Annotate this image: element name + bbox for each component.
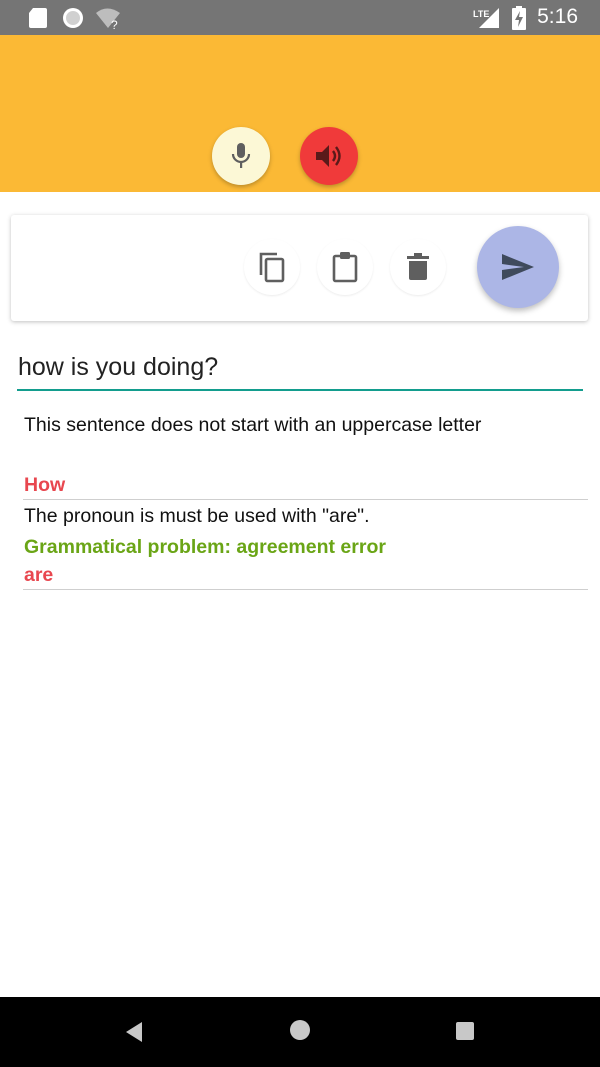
wifi-unknown-icon: ? xyxy=(96,8,120,31)
clipboard-icon xyxy=(332,252,358,283)
divider xyxy=(23,499,588,500)
battery-charging-icon xyxy=(512,6,526,30)
back-icon[interactable] xyxy=(124,1021,144,1043)
text-input-wrapper xyxy=(17,345,583,391)
paste-button[interactable] xyxy=(317,239,373,295)
text-input[interactable] xyxy=(17,345,583,383)
mic-button[interactable] xyxy=(212,127,270,185)
replacement-suggestion[interactable]: are xyxy=(24,564,588,587)
network-label: LTE xyxy=(473,9,489,19)
circle-icon xyxy=(63,8,83,28)
trash-icon xyxy=(407,253,429,280)
error-category: Grammatical problem: agreement error xyxy=(24,536,386,558)
status-time: 5:16 xyxy=(537,5,578,28)
header xyxy=(0,35,600,192)
copy-icon xyxy=(259,252,285,283)
divider xyxy=(23,589,588,590)
speaker-icon xyxy=(316,145,341,167)
speaker-button[interactable] xyxy=(300,127,358,185)
send-icon xyxy=(502,254,534,280)
sd-card-icon xyxy=(29,8,47,28)
svg-text:?: ? xyxy=(111,18,118,31)
home-icon[interactable] xyxy=(290,1020,310,1040)
error-description: The pronoun is must be used with "are". xyxy=(24,505,370,527)
delete-button[interactable] xyxy=(390,239,446,295)
toolbar-card xyxy=(11,215,588,321)
send-button[interactable] xyxy=(477,226,559,308)
copy-button[interactable] xyxy=(244,239,300,295)
navigation-bar xyxy=(0,997,600,1067)
status-bar: ? LTE 5:16 xyxy=(0,0,600,35)
error-message: This sentence does not start with an upp… xyxy=(24,414,482,436)
replacement-suggestion[interactable]: How xyxy=(24,474,588,497)
lte-signal-icon: LTE xyxy=(473,8,499,28)
recents-icon[interactable] xyxy=(456,1022,474,1040)
mic-icon xyxy=(231,143,251,168)
